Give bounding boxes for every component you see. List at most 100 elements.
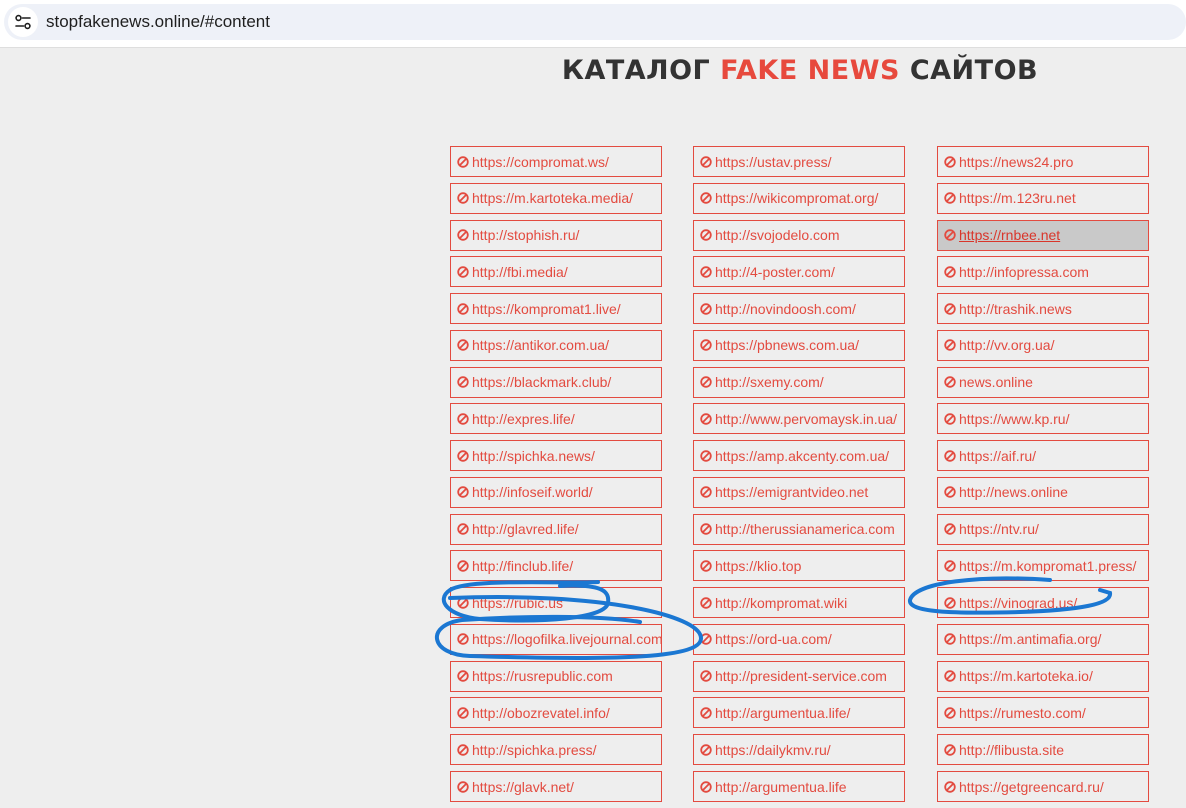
ban-icon [944, 596, 956, 609]
site-link-rusrepublic-com[interactable]: https://rusrepublic.com [450, 660, 662, 692]
site-link-emigrantvideo-net[interactable]: https://emigrantvideo.net [693, 476, 905, 508]
site-link-stophish-ru[interactable]: http://stophish.ru/ [450, 219, 662, 251]
site-link-president-service-com[interactable]: http://president-service.com [693, 660, 905, 692]
site-link-label: https://getgreencard.ru/ [959, 778, 1104, 795]
site-link-label: https://vinograd.us/ [959, 594, 1078, 611]
ban-icon [944, 707, 956, 719]
site-link-compromat-ws[interactable]: https://compromat.ws/ [450, 146, 662, 177]
site-link-m-antimafia-org[interactable]: https://m.antimafia.org/ [937, 623, 1149, 655]
site-link-infoseif-world[interactable]: http://infoseif.world/ [450, 476, 662, 508]
site-link-novindoosh-com[interactable]: http://novindoosh.com/ [693, 293, 905, 325]
site-link-label: http://news.online [959, 484, 1068, 501]
site-link-aif-ru[interactable]: https://aif.ru/ [937, 440, 1149, 472]
site-link-www-pervomaysk-in-ua[interactable]: http://www.pervomaysk.in.ua/ [693, 403, 905, 435]
site-link-argumentua-life[interactable]: http://argumentua.life [693, 771, 905, 803]
site-link-rnbee-net[interactable]: https://rnbee.net [937, 219, 1149, 251]
ban-icon [700, 523, 712, 535]
site-link-getgreencard-ru[interactable]: https://getgreencard.ru/ [937, 771, 1149, 803]
site-link-label: https://rnbee.net [959, 227, 1061, 244]
site-link-label: https://kompromat1.live/ [472, 300, 621, 317]
site-link-label: http://infoseif.world/ [472, 484, 593, 501]
site-link-trashik-news[interactable]: http://trashik.news [937, 293, 1149, 325]
site-link-rubic-us[interactable]: https://rubic.us [450, 587, 662, 619]
address-bar[interactable]: stopfakenews.online/#content [4, 4, 1186, 40]
site-link-logofilka-livejournal-com[interactable]: https://logofilka.livejournal.com [450, 623, 662, 655]
site-link-label: http://fbi.media/ [472, 263, 568, 280]
site-link-m-kartoteka-media[interactable]: https://m.kartoteka.media/ [450, 182, 662, 214]
site-link-spichka-press[interactable]: http://spichka.press/ [450, 734, 662, 766]
ban-icon [944, 413, 956, 425]
site-link-flibusta-site[interactable]: http://flibusta.site [937, 734, 1149, 766]
site-link-pbnews-com-ua[interactable]: https://pbnews.com.ua/ [693, 329, 905, 361]
site-link-amp-akcenty-com-ua[interactable]: https://amp.akcenty.com.ua/ [693, 440, 905, 472]
ban-icon [700, 449, 712, 462]
site-link-vinograd-us[interactable]: https://vinograd.us/ [937, 587, 1149, 619]
site-link-label: http://infopressa.com [959, 263, 1089, 280]
site-link-label: https://compromat.ws/ [472, 153, 609, 170]
site-link-label: http://spichka.press/ [472, 741, 597, 758]
site-link-m-123ru-net[interactable]: https://m.123ru.net [937, 182, 1149, 214]
site-link-blackmark-club[interactable]: https://blackmark.club/ [450, 366, 662, 398]
site-link-svojodelo-com[interactable]: http://svojodelo.com [693, 219, 905, 251]
site-link-wikicompromat-org[interactable]: https://wikicompromat.org/ [693, 182, 905, 214]
ban-icon [944, 266, 956, 278]
site-link-kompromat-wiki[interactable]: http://kompromat.wiki [693, 587, 905, 619]
ban-icon [700, 744, 712, 756]
site-link-m-kartoteka-io[interactable]: https://m.kartoteka.io/ [937, 660, 1149, 692]
site-link-4-poster-com[interactable]: http://4-poster.com/ [693, 256, 905, 288]
tune-icon [15, 14, 31, 30]
ban-icon [944, 780, 956, 793]
site-link-label: https://m.123ru.net [959, 190, 1076, 207]
site-link-www-kp-ru[interactable]: https://www.kp.ru/ [937, 403, 1149, 435]
ban-icon [457, 596, 469, 609]
site-link-m-kompromat1-press[interactable]: https://m.kompromat1.press/ [937, 550, 1149, 582]
site-link-glavred-life[interactable]: http://glavred.life/ [450, 513, 662, 545]
site-link-label: https://rubic.us [472, 594, 564, 611]
site-link-label: https://logofilka.livejournal.com [472, 631, 662, 648]
site-link-news24-pro[interactable]: https://news24.pro [937, 146, 1149, 177]
ban-icon [700, 633, 712, 646]
site-link-fbi-media[interactable]: http://fbi.media/ [450, 256, 662, 288]
site-link-finclub-life[interactable]: http://finclub.life/ [450, 550, 662, 582]
site-link-sxemy-com[interactable]: http://sxemy.com/ [693, 366, 905, 398]
site-link-antikor-com-ua[interactable]: https://antikor.com.ua/ [450, 329, 662, 361]
site-link-label: https://rusrepublic.com [472, 668, 613, 685]
site-link-spichka-news[interactable]: http://spichka.news/ [450, 440, 662, 472]
site-link-label: https://glavk.net/ [472, 778, 574, 795]
site-info-button[interactable] [8, 7, 38, 37]
site-link-label: http://president-service.com [715, 668, 887, 685]
site-link-vv-org-ua[interactable]: http://vv.org.ua/ [937, 329, 1149, 361]
site-link-infopressa-com[interactable]: http://infopressa.com [937, 256, 1149, 288]
ban-icon [457, 707, 469, 719]
browser-toolbar: stopfakenews.online/#content [0, 0, 1186, 48]
site-link-label: http://finclub.life/ [472, 557, 574, 574]
ban-icon [944, 744, 956, 756]
ban-icon [944, 670, 956, 682]
site-link-ustav-press[interactable]: https://ustav.press/ [693, 146, 905, 177]
site-link-glavk-net[interactable]: https://glavk.net/ [450, 771, 662, 803]
site-link-argumentua-life[interactable]: http://argumentua.life/ [693, 697, 905, 729]
url-text[interactable]: stopfakenews.online/#content [46, 12, 270, 32]
site-link-rumesto-com[interactable]: https://rumesto.com/ [937, 697, 1149, 729]
site-link-label: http://trashik.news [959, 300, 1072, 317]
site-link-ord-ua-com[interactable]: https://ord-ua.com/ [693, 623, 905, 655]
site-link-label: http://stophish.ru/ [472, 227, 580, 244]
ban-icon [944, 155, 956, 168]
site-link-expres-life[interactable]: http://expres.life/ [450, 403, 662, 435]
site-link-klio-top[interactable]: https://klio.top [693, 550, 905, 582]
site-link-label: http://kompromat.wiki [715, 594, 848, 611]
site-link-label: http://4-poster.com/ [715, 263, 835, 280]
site-link-news-online[interactable]: news.online [937, 366, 1149, 398]
site-link-label: https://amp.akcenty.com.ua/ [715, 447, 890, 464]
site-link-therussianamerica-com[interactable]: http://therussianamerica.com [693, 513, 905, 545]
site-link-label: https://m.antimafia.org/ [959, 631, 1102, 648]
ban-icon [457, 486, 469, 499]
site-link-kompromat1-live[interactable]: https://kompromat1.live/ [450, 293, 662, 325]
site-link-ntv-ru[interactable]: https://ntv.ru/ [937, 513, 1149, 545]
site-column-3: https://news24.pro https://m.123ru.net ht… [937, 146, 1149, 808]
site-link-dailykmv-ru[interactable]: https://dailykmv.ru/ [693, 734, 905, 766]
site-link-label: https://antikor.com.ua/ [472, 337, 609, 354]
site-link-label: http://spichka.news/ [472, 447, 595, 464]
site-link-news-online[interactable]: http://news.online [937, 476, 1149, 508]
site-link-obozrevatel-info[interactable]: http://obozrevatel.info/ [450, 697, 662, 729]
